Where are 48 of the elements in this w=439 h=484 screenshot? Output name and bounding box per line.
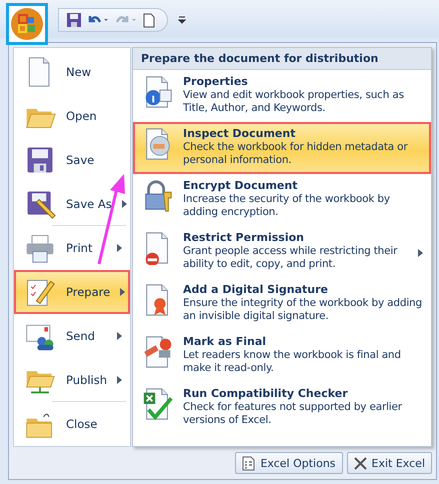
- checkmark-document-icon: [141, 387, 175, 421]
- submenu-heading: Prepare the document for distribution: [133, 48, 431, 70]
- submenu-item[interactable]: Restrict Permission Grant people access while restricting their ability to edit, copy, and print.: [133, 226, 431, 278]
- submenu-arrow-icon: [120, 288, 126, 296]
- submenu-arrow-icon: [117, 244, 122, 252]
- submenu-item[interactable]: Properties View and edit workbook properties, such as Title, Author, and Keywords.: [133, 70, 431, 122]
- menu-item[interactable]: Publish: [14, 358, 130, 402]
- item-description: View and edit workbook properties, such as Title, Author, and Keywords.: [183, 89, 405, 115]
- item-description: Ensure the integrity of the workbook by adding an invisible digital signature.: [183, 297, 423, 323]
- menu-item[interactable]: Prepare: [14, 270, 130, 314]
- menu-item[interactable]: Close: [14, 402, 130, 446]
- menu-item[interactable]: New: [14, 50, 130, 94]
- item-title: Run Compatibility Checker: [183, 387, 349, 400]
- submenu-item[interactable]: Encrypt Document Increase the security of the workbook by adding encryption.: [133, 174, 431, 226]
- item-title: Add a Digital Signature: [183, 283, 329, 296]
- submenu-item[interactable]: Add a Digital Signature Ensure the integrity of the workbook by adding an invisible digital signature.: [133, 278, 431, 330]
- item-description: Grant people access while restricting their ability to edit, copy, and print.: [183, 245, 398, 271]
- item-description: Check for features not supported by earlier versions of Excel.: [183, 401, 403, 427]
- submenu-item[interactable]: Run Compatibility Checker Check for features not supported by earlier versions of Excel.: [133, 382, 431, 434]
- item-title: Inspect Document: [183, 127, 296, 140]
- menu-item[interactable]: Open: [14, 94, 130, 138]
- exit-button[interactable]: Exit Excel: [346, 452, 432, 474]
- new-document-button[interactable]: [143, 12, 155, 28]
- item-title: Restrict Permission: [183, 231, 305, 244]
- submenu-item[interactable]: Mark as Final Let readers know the workbook is final and make it read-only.: [133, 330, 431, 382]
- printer-icon: [24, 232, 56, 264]
- item-description: Increase the security of the workbook by adding encryption.: [183, 193, 391, 219]
- blank-page-icon: [143, 12, 155, 28]
- submenu-item[interactable]: Inspect Document Check the workbook for hidden metadata or personal information.: [133, 122, 431, 174]
- item-description: Check the workbook for hidden metadata or personal information.: [183, 141, 409, 167]
- customize-toolbar-button[interactable]: [178, 16, 186, 24]
- submenu-arrow-icon: [117, 332, 122, 340]
- menu-item[interactable]: Send: [14, 314, 130, 358]
- item-title: Mark as Final: [183, 335, 268, 348]
- office-button[interactable]: [6, 3, 48, 45]
- options-button[interactable]: Excel Options: [235, 452, 343, 474]
- dropdown-arrow-icon: [178, 16, 186, 24]
- submenu-arrow-icon: [418, 248, 423, 256]
- office-logo-icon: [10, 7, 44, 41]
- menu-item[interactable]: Print: [14, 226, 130, 270]
- menu-item[interactable]: Save: [14, 138, 130, 182]
- item-description: Let readers know the workbook is final and make it read-only.: [183, 349, 402, 375]
- save-button[interactable]: [67, 13, 81, 27]
- submenu-arrow-icon: [122, 200, 127, 208]
- item-title: Encrypt Document: [183, 179, 298, 192]
- submenu-arrow-icon: [117, 376, 122, 384]
- close-icon: [354, 456, 367, 470]
- item-title: Properties: [183, 75, 249, 88]
